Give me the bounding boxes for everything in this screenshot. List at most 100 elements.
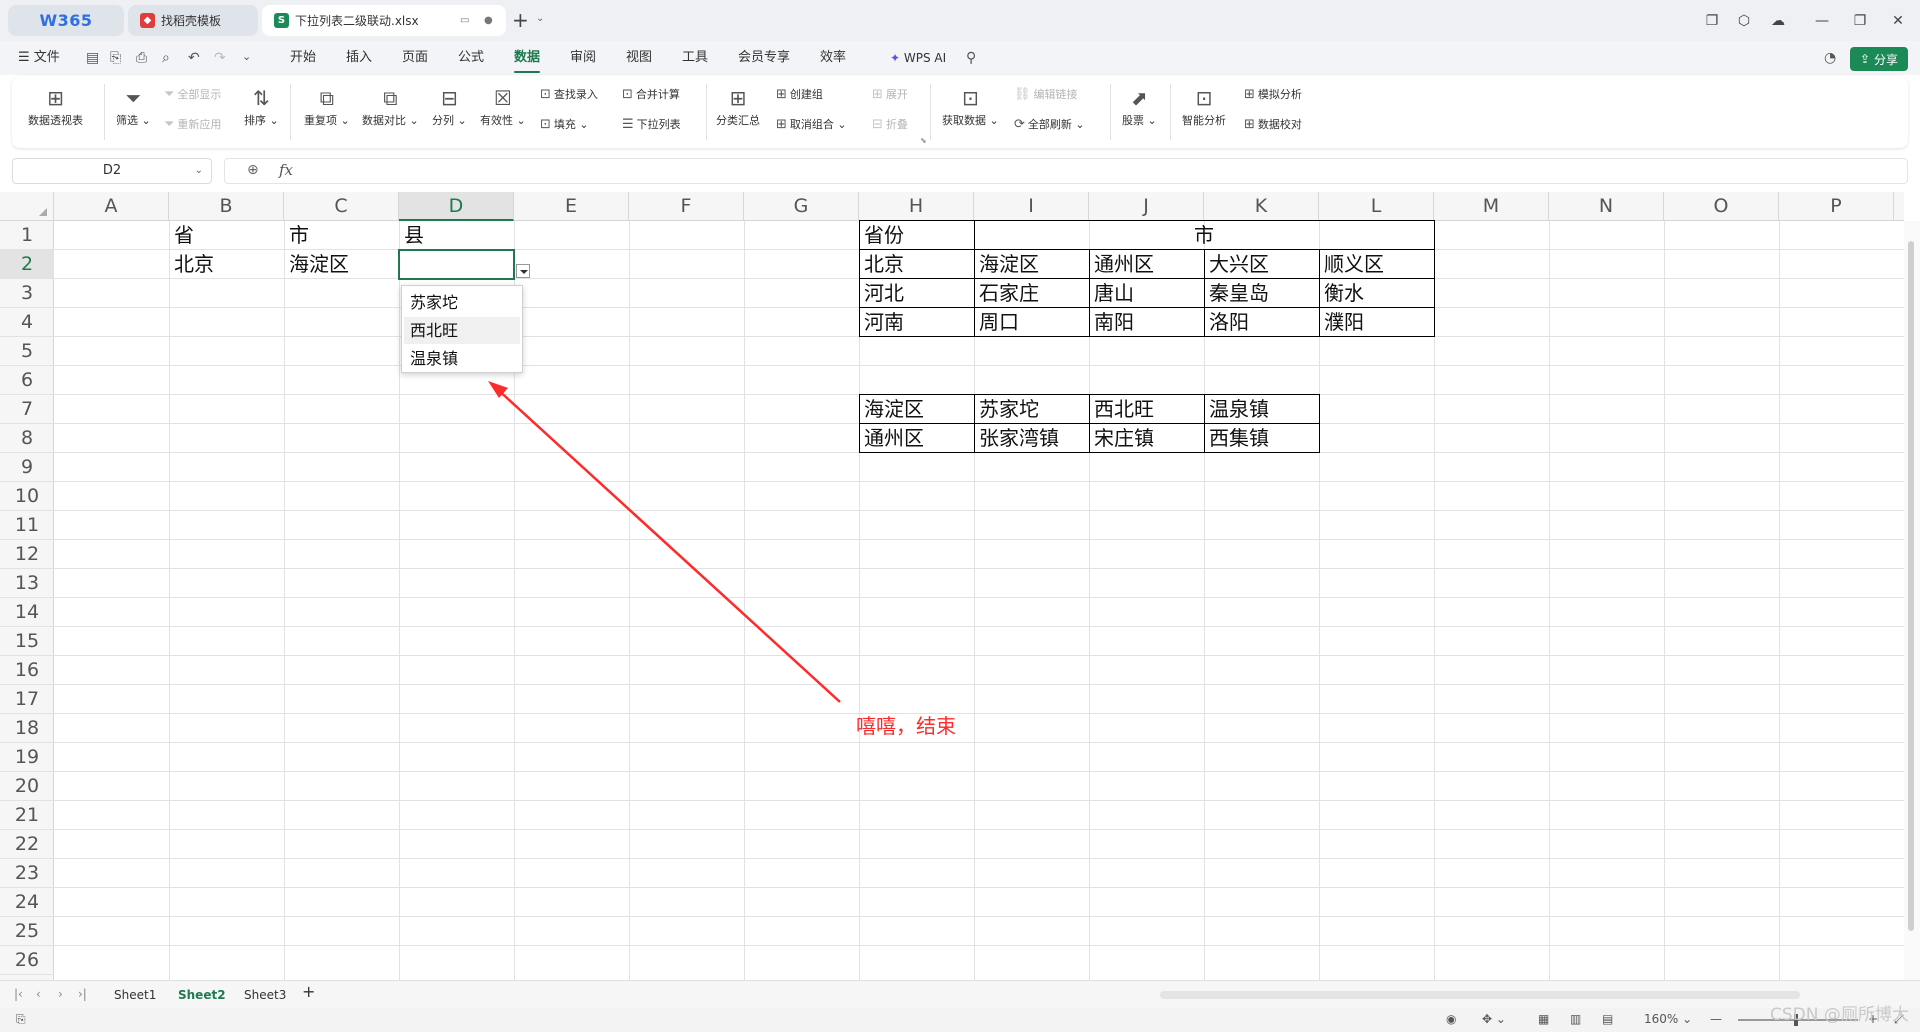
edit-links-label: 编辑链接 [1033,88,1078,101]
menu-page[interactable]: 页面 [402,48,428,68]
reapply-button[interactable]: ⏷ 重新应用 [164,116,221,132]
tab-home[interactable]: W365 [8,5,124,36]
subtotal-button[interactable]: ⊞ 分类汇总 [716,84,760,128]
split-column-button[interactable]: ⊟ 分列 ⌄ [432,84,467,128]
redo-icon[interactable]: ↷ [214,50,226,66]
chevron-down-icon[interactable]: ⌄ [195,159,203,183]
page-break-view-icon[interactable]: ▥ [1570,1012,1581,1026]
menu-start[interactable]: 开始 [290,48,316,68]
zoom-level[interactable]: 160% ⌄ [1644,1012,1692,1026]
first-sheet-icon[interactable]: |‹ [14,987,23,1001]
tab-workbook[interactable]: S 下拉列表二级联动.xlsx ▭ ● [262,5,506,36]
filter-button[interactable]: ⏷ 筛选 ⌄ [116,84,151,128]
menu-data[interactable]: 数据 [514,48,541,73]
cube-icon[interactable]: ⬡ [1728,0,1760,41]
lookup-entry-button[interactable]: ⊡ 查找录入 [540,86,598,102]
normal-view-icon[interactable]: ▦ [1538,1012,1549,1026]
settings-icon[interactable]: ✥ ⌄ [1482,1012,1506,1026]
more-chevron-icon[interactable]: ⌄ [242,50,251,63]
sheet-tab-1[interactable]: Sheet1 [114,986,156,1004]
show-all-button[interactable]: ⏷ 全部显示 [164,86,221,102]
chevron-down-icon[interactable]: ⌄ [536,13,544,24]
dropdown-list-button[interactable]: ☰ 下拉列表 [622,116,681,132]
menu-formula[interactable]: 公式 [458,48,484,68]
close-tab-icon[interactable]: ● [484,15,493,26]
restore-icon[interactable]: ❐ [1844,0,1876,41]
compare-label: 数据对比 ⌄ [362,114,419,127]
smart-analysis-button[interactable]: ⊡ 智能分析 [1182,84,1226,128]
validity-button[interactable]: ☒ 有效性 ⌄ [480,84,526,128]
page-layout-view-icon[interactable]: ▤ [1602,1012,1613,1026]
menu-member[interactable]: 会员专享 [738,48,790,68]
get-data-text: 获取数据 [942,114,986,127]
pivot-table-button[interactable]: ⊞ 数据透视表 [28,84,83,128]
wps-window: { "titlebar": { "brand": "W365", "tabs":… [0,0,1920,1032]
get-data-button[interactable]: ⊡ 获取数据 ⌄ [942,84,999,128]
expand-button[interactable]: ⊞ 展开 [872,86,908,102]
sort-button[interactable]: ⇅ 排序 ⌄ [244,84,279,128]
spreadsheet-grid[interactable]: A B C D E F G H I J K L M N O P 1 2 3 4 … [0,192,1920,980]
close-icon[interactable]: ✕ [1882,0,1914,41]
refresh-all-button[interactable]: ⟳ 全部刷新 ⌄ [1014,116,1085,132]
docer-icon: ◆ [140,13,155,28]
data-compare-button[interactable]: ⧉ 数据对比 ⌄ [362,84,419,128]
consolidate-button[interactable]: ⊡ 合并计算 [622,86,680,102]
ungroup-button[interactable]: ⊞ 取消组合 ⌄ [776,116,847,132]
edit-links-button[interactable]: ⛓ 编辑链接 [1014,86,1078,102]
dropdown-list-label: 下拉列表 [636,118,681,131]
filter-icon: ⏷ [125,86,142,110]
sheet-tab-3[interactable]: Sheet3 [244,986,286,1004]
menu-review[interactable]: 审阅 [570,48,596,68]
menu-efficiency[interactable]: 效率 [820,48,846,68]
status-bar: ⎘ ◉ ✥ ⌄ ▦ ▥ ▤ 160% ⌄ — + ⤢ [0,1008,1920,1032]
window-mode-icon[interactable]: ❐ [1696,0,1728,41]
show-all-label: 全部显示 [177,88,222,101]
reapply-label: 重新应用 [177,118,222,131]
dialog-launcher-icon[interactable]: ⬊ [920,136,927,145]
last-sheet-icon[interactable]: ›| [78,987,87,1001]
data-check-button[interactable]: ⊞ 数据校对 [1244,116,1302,132]
menu-insert[interactable]: 插入 [346,48,372,68]
tab-docer[interactable]: ◆ 找稻壳模板 [128,5,258,36]
formula-input[interactable]: ⊕ fx [224,158,1908,184]
save-icon[interactable]: ▤ [86,50,99,66]
new-tab-button[interactable]: + [512,8,529,32]
fx-icon[interactable]: fx [279,161,293,179]
print-preview-icon[interactable]: ⌕ [162,50,170,66]
minimize-icon[interactable]: — [1806,0,1838,41]
what-if-analysis-button[interactable]: ⊞ 模拟分析 [1244,86,1302,102]
menu-view[interactable]: 视图 [626,48,652,68]
menu-wps-ai[interactable]: ✦ WPS AI [890,48,946,68]
monitor-icon[interactable]: ▭ [460,15,469,26]
menu-tools[interactable]: 工具 [682,48,708,68]
next-sheet-icon[interactable]: › [58,987,63,1001]
stocks-button[interactable]: ⬈ 股票 ⌄ [1122,84,1157,128]
message-icon[interactable]: ◔ [1824,50,1836,66]
search-icon[interactable]: ⚲ [966,50,976,66]
sheet-tab-2[interactable]: Sheet2 [178,986,226,1004]
undo-icon[interactable]: ↶ [188,50,200,66]
eye-protection-icon[interactable]: ◉ [1446,1012,1456,1026]
name-box[interactable]: D2 ⌄ [12,158,212,184]
macro-icon[interactable]: ⎘ [16,1012,26,1027]
duplicates-button[interactable]: ⧉ 重复项 ⌄ [304,84,350,128]
menu-file[interactable]: ☰ 文件 [18,48,60,68]
horizontal-scrollbar[interactable] [1160,991,1800,999]
zoom-formula-icon[interactable]: ⊕ [247,162,259,178]
create-group-button[interactable]: ⊞ 创建组 [776,86,823,102]
subtotal-icon: ⊞ [729,86,747,110]
collapse-button[interactable]: ⊟ 折叠 [872,116,908,132]
fill-button[interactable]: ⊡ 填充 ⌄ [540,116,589,132]
add-sheet-button[interactable]: + [302,983,315,1001]
share-button[interactable]: ⇪ 分享 [1850,47,1908,71]
zoom-out-icon[interactable]: — [1710,1012,1722,1026]
print-icon[interactable]: ⎙ [136,50,147,66]
cloud-user-icon[interactable]: ☁ [1762,0,1794,41]
vertical-scrollbar[interactable] [1904,221,1920,980]
prev-sheet-icon[interactable]: ‹ [36,987,41,1001]
show-all-icon: ⏷ [164,86,175,102]
export-icon[interactable]: ⎘ [110,50,121,66]
split-label: 分列 ⌄ [432,114,467,127]
scroll-thumb[interactable] [1908,241,1914,931]
sheet-file-icon: S [274,13,289,28]
